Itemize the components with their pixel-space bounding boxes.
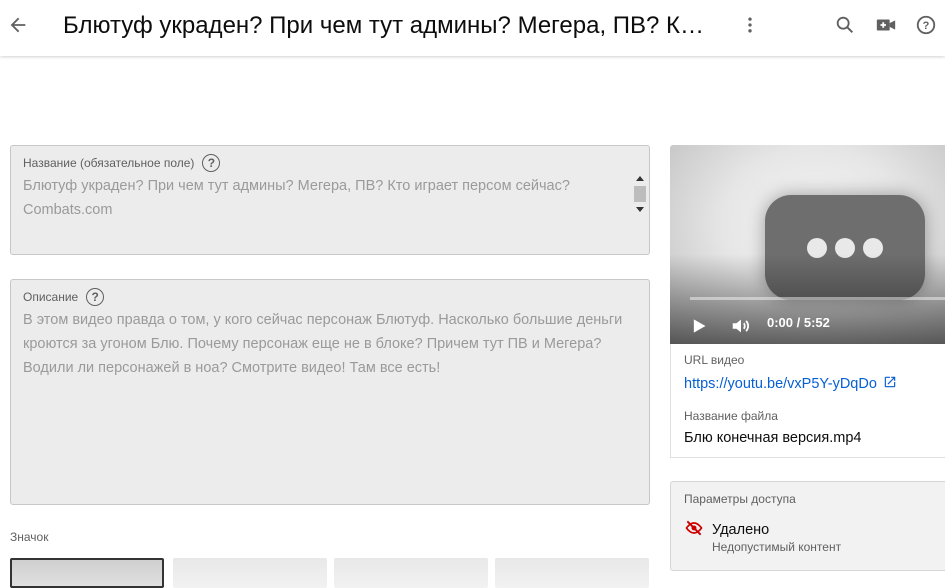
help-icon[interactable]: ?: [202, 154, 221, 172]
external-link-icon[interactable]: [883, 375, 897, 393]
video-player[interactable]: 0:00 / 5:52: [670, 145, 945, 344]
play-icon[interactable]: [688, 316, 708, 341]
filename-value: Блю конечная версия.mp4: [684, 430, 862, 446]
access-status-text: Удалено: [712, 522, 770, 538]
access-status: Удалено: [684, 518, 769, 542]
access-reason: Недопустимый контент: [712, 540, 842, 554]
description-field-label: Описание: [23, 290, 79, 304]
help-icon[interactable]: ?: [86, 288, 105, 306]
title-field-value[interactable]: Блютуф украден? При чем тут админы? Меге…: [23, 174, 623, 222]
thumbnail-option-2[interactable]: [173, 558, 327, 588]
access-settings-card[interactable]: Параметры доступа Удалено Недопустимый к…: [670, 481, 945, 571]
page-title: Блютуф украден? При чем тут админы? Меге…: [63, 12, 705, 39]
search-icon[interactable]: [829, 9, 861, 41]
svg-text:?: ?: [923, 20, 930, 32]
title-field-label: Название (обязательное поле): [23, 156, 195, 170]
description-field-label-row: Описание ?: [23, 288, 105, 306]
title-field-label-row: Название (обязательное поле) ?: [23, 154, 221, 172]
visibility-off-icon: [684, 518, 704, 542]
thumbnail-label: Значок: [10, 530, 49, 544]
more-vert-icon[interactable]: [734, 9, 766, 41]
help-icon[interactable]: ?: [910, 9, 942, 41]
volume-icon[interactable]: [730, 315, 752, 342]
arrow-back-icon[interactable]: [2, 9, 34, 41]
thumbnail-option-1[interactable]: [10, 558, 164, 588]
thumbnail-option-3[interactable]: [334, 558, 488, 588]
title-field[interactable]: Название (обязательное поле) ? Блютуф ук…: [10, 145, 650, 255]
video-info-card: URL видео https://youtu.be/vxP5Y-yDqDo Н…: [670, 344, 945, 458]
scroll-thumb[interactable]: [634, 186, 646, 202]
add-video-icon[interactable]: [870, 9, 902, 41]
scrollbar[interactable]: [634, 176, 646, 216]
thumbnail-option-4[interactable]: [495, 558, 649, 588]
progress-bar[interactable]: [690, 297, 945, 300]
filename-label: Название файла: [684, 409, 778, 423]
description-field-value[interactable]: В этом видео правда о том, у кого сейчас…: [23, 308, 623, 380]
video-url-link[interactable]: https://youtu.be/vxP5Y-yDqDo: [684, 375, 897, 393]
access-label: Параметры доступа: [684, 492, 796, 506]
time-display: 0:00 / 5:52: [767, 315, 830, 330]
player-controls: [688, 315, 752, 342]
scroll-down-icon[interactable]: [636, 207, 644, 212]
description-field[interactable]: Описание ? В этом видео правда о том, у …: [10, 279, 650, 505]
url-label: URL видео: [684, 353, 745, 367]
top-app-bar: Блютуф украден? При чем тут админы? Меге…: [0, 0, 945, 56]
video-url-text[interactable]: https://youtu.be/vxP5Y-yDqDo: [684, 376, 877, 392]
scroll-up-icon[interactable]: [636, 176, 644, 181]
